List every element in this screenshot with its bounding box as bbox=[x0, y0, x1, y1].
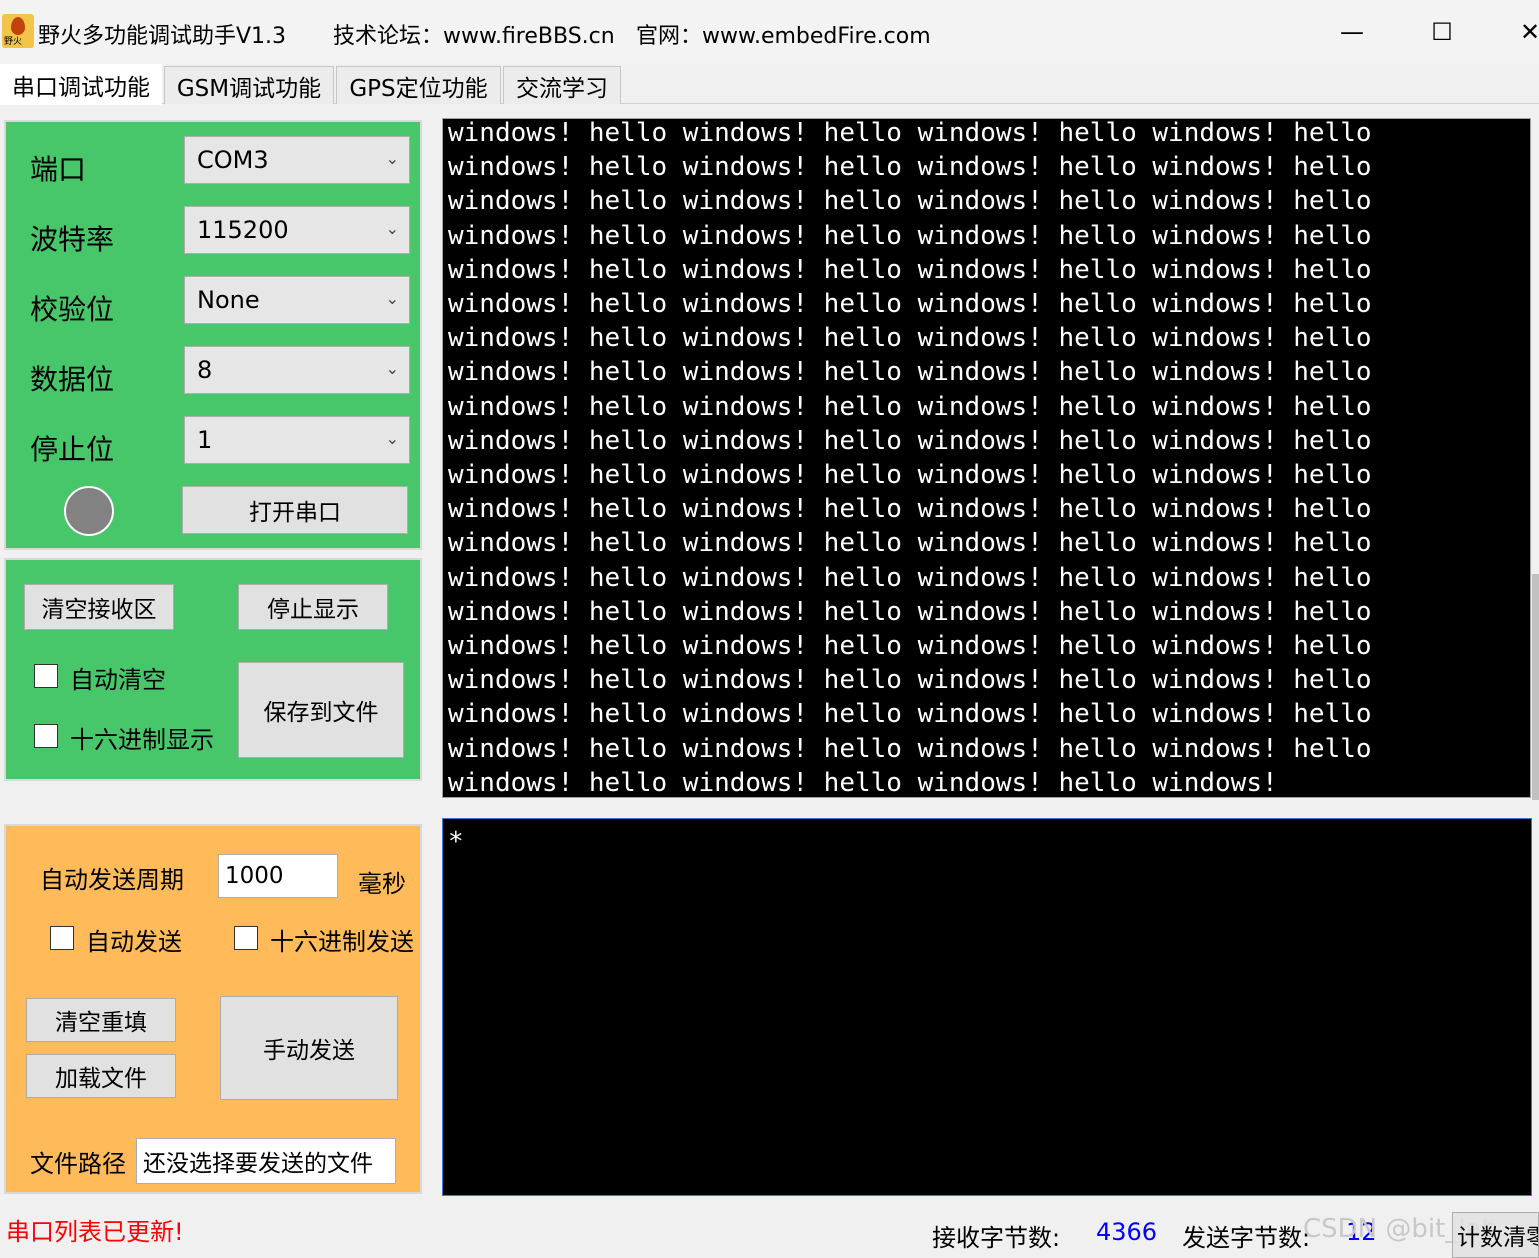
scrollbar-thumb[interactable] bbox=[1532, 574, 1539, 800]
tab-community[interactable]: 交流学习 bbox=[503, 66, 621, 104]
serial-settings-panel: 端口 COM3 ⌄ 波特率 115200 ⌄ 校验位 None ⌄ 数据位 8 ⌄ 停止… bbox=[4, 120, 422, 550]
auto-clear-label: 自动清空 bbox=[70, 666, 166, 694]
app-logo-icon: 野火 bbox=[2, 14, 34, 48]
send-period-label: 自动发送周期 bbox=[40, 866, 184, 894]
chevron-down-icon: ⌄ bbox=[385, 289, 399, 308]
period-unit-label: 毫秒 bbox=[358, 870, 406, 898]
stop-display-button[interactable]: 停止显示 bbox=[238, 584, 388, 630]
auto-send-label: 自动发送 bbox=[86, 928, 182, 956]
auto-send-checkbox[interactable] bbox=[50, 926, 74, 950]
manual-send-button[interactable]: 手动发送 bbox=[220, 996, 398, 1100]
baud-select[interactable]: 115200 ⌄ bbox=[184, 206, 410, 254]
chevron-down-icon: ⌄ bbox=[385, 219, 399, 238]
hex-send-checkbox[interactable] bbox=[234, 926, 258, 950]
baud-label: 波特率 bbox=[30, 223, 115, 256]
clear-receive-button[interactable]: 清空接收区 bbox=[24, 584, 174, 630]
send-text[interactable]: * bbox=[448, 827, 464, 857]
hex-send-label: 十六进制发送 bbox=[270, 928, 414, 956]
tx-count-label: 发送字节数: bbox=[1182, 1224, 1311, 1252]
send-panel: 自动发送周期 1000 毫秒 自动发送 十六进制发送 清空重填 加载文件 手动发… bbox=[4, 824, 422, 1194]
tab-bar: 串口调试功能 GSM调试功能 GPS定位功能 交流学习 bbox=[0, 64, 1539, 105]
databits-select[interactable]: 8 ⌄ bbox=[184, 346, 410, 394]
open-port-button[interactable]: 打开串口 bbox=[182, 486, 408, 534]
hex-display-checkbox[interactable] bbox=[34, 724, 58, 748]
maximize-button[interactable]: ☐ bbox=[1412, 10, 1472, 54]
receive-text: windows! hello windows! hello windows! h… bbox=[448, 118, 1372, 798]
rx-count-label: 接收字节数: bbox=[932, 1224, 1061, 1252]
receive-area[interactable]: windows! hello windows! hello windows! h… bbox=[442, 118, 1531, 798]
status-message: 串口列表已更新! bbox=[6, 1218, 184, 1246]
file-path-input[interactable]: 还没选择要发送的文件 bbox=[136, 1138, 396, 1184]
close-button[interactable]: ✕ bbox=[1500, 10, 1539, 54]
send-period-input[interactable]: 1000 bbox=[218, 854, 338, 898]
databits-label: 数据位 bbox=[30, 363, 115, 396]
stopbits-label: 停止位 bbox=[30, 433, 115, 466]
chevron-down-icon: ⌄ bbox=[385, 359, 399, 378]
parity-select[interactable]: None ⌄ bbox=[184, 276, 410, 324]
window-title: 野火多功能调试助手V1.3 bbox=[38, 24, 287, 49]
hex-display-label: 十六进制显示 bbox=[70, 726, 214, 754]
port-label: 端口 bbox=[30, 153, 87, 186]
tab-serial-debug[interactable]: 串口调试功能 bbox=[0, 64, 162, 105]
load-file-button[interactable]: 加载文件 bbox=[26, 1054, 176, 1098]
receive-controls-panel: 清空接收区 停止显示 自动清空 十六进制显示 保存到文件 bbox=[4, 558, 422, 781]
auto-clear-checkbox[interactable] bbox=[34, 664, 58, 688]
receive-scrollbar[interactable] bbox=[1531, 104, 1539, 804]
clear-refill-button[interactable]: 清空重填 bbox=[26, 998, 176, 1042]
parity-label: 校验位 bbox=[30, 293, 115, 326]
forum-link: 技术论坛：www.fireBBS.cn bbox=[333, 24, 615, 49]
rx-count-value: 4366 bbox=[1096, 1218, 1158, 1246]
minimize-button[interactable]: — bbox=[1322, 10, 1382, 54]
send-area[interactable]: * bbox=[442, 818, 1532, 1196]
port-status-indicator bbox=[64, 486, 114, 536]
title-bar: 野火 野火多功能调试助手V1.3 技术论坛：www.fireBBS.cn 官网：… bbox=[0, 0, 1539, 64]
save-to-file-button[interactable]: 保存到文件 bbox=[238, 662, 404, 758]
reset-count-button[interactable]: 计数清零 bbox=[1452, 1212, 1539, 1258]
chevron-down-icon: ⌄ bbox=[385, 429, 399, 448]
file-path-label: 文件路径 bbox=[30, 1150, 126, 1178]
port-select[interactable]: COM3 ⌄ bbox=[184, 136, 410, 184]
chevron-down-icon: ⌄ bbox=[385, 149, 399, 168]
website-link: 官网：www.embedFire.com bbox=[636, 24, 931, 49]
tab-gps-location[interactable]: GPS定位功能 bbox=[336, 66, 501, 104]
tab-gsm-debug[interactable]: GSM调试功能 bbox=[164, 66, 334, 104]
stopbits-select[interactable]: 1 ⌄ bbox=[184, 416, 410, 464]
